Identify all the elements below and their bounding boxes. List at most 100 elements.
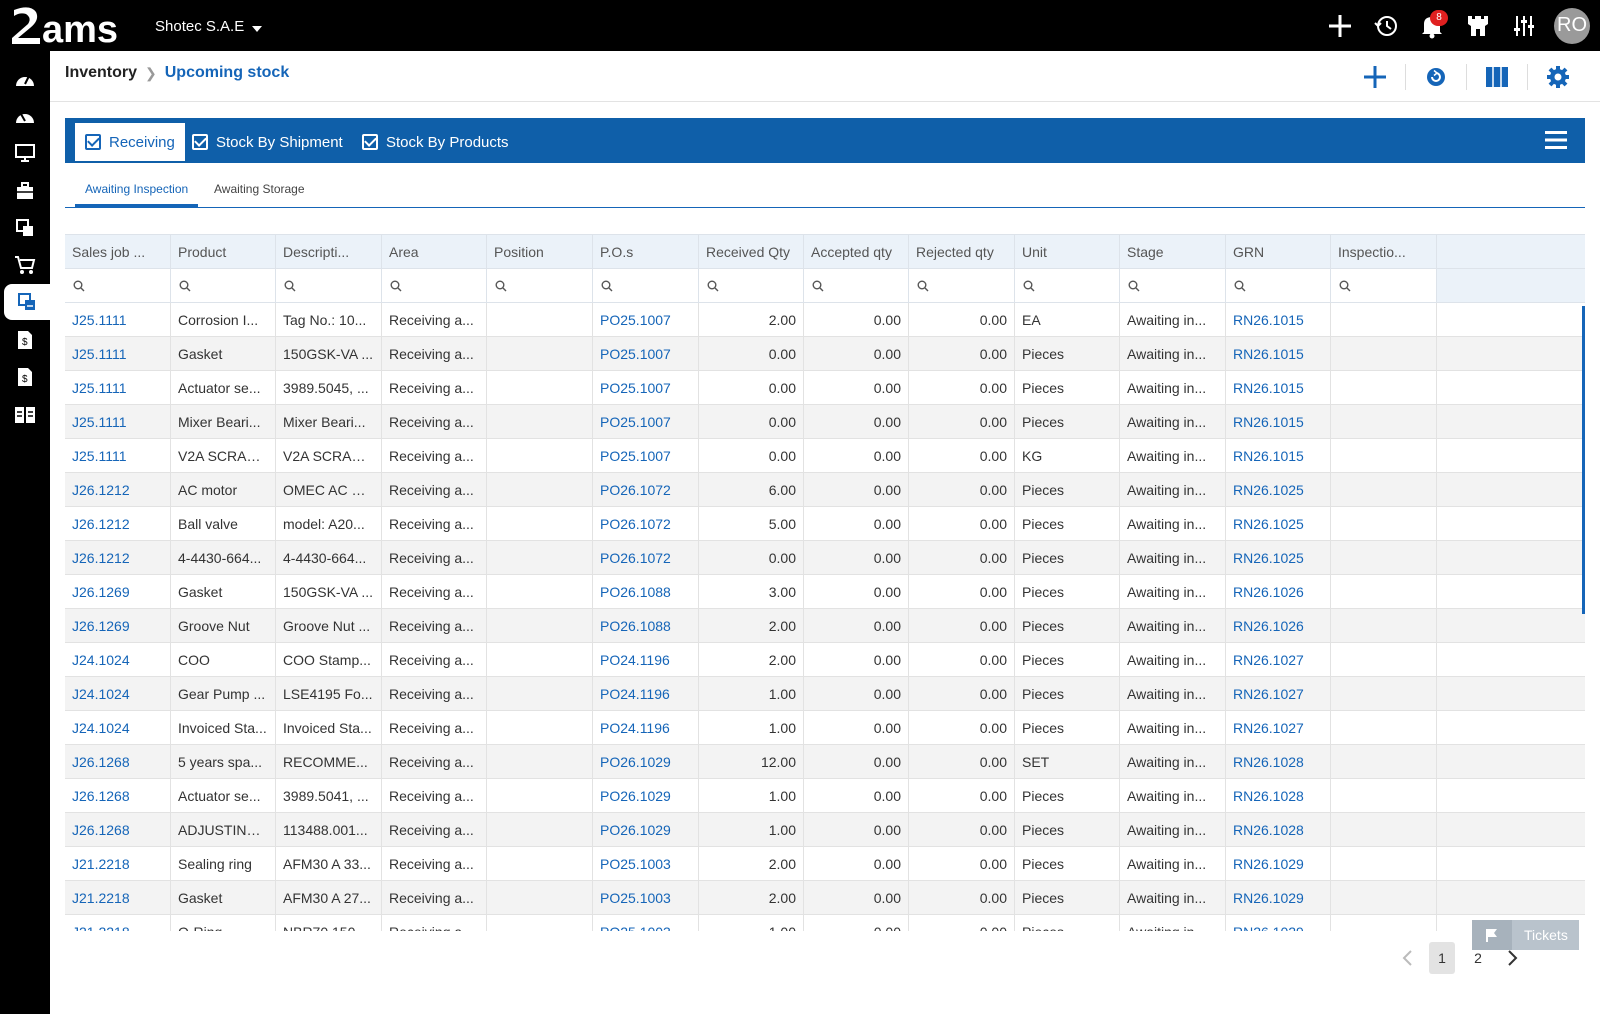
monitor-icon[interactable] bbox=[0, 135, 50, 171]
cell-pos[interactable]: PO25.1007 bbox=[593, 371, 699, 405]
table-row[interactable]: J21.2218 Sealing ring AFM30 A 33... Receivi… bbox=[65, 847, 1585, 881]
cell-grn[interactable]: RN26.1025 bbox=[1226, 507, 1331, 541]
inventory-icon[interactable] bbox=[4, 284, 50, 320]
bill-icon[interactable]: $ bbox=[0, 359, 50, 395]
table-row[interactable]: J21.2218 Gasket AFM30 A 27... Receiving a..… bbox=[65, 881, 1585, 915]
column-header-unit[interactable]: Unit bbox=[1015, 234, 1120, 269]
invoice-icon[interactable]: $ bbox=[0, 322, 50, 358]
filter-accepted-qty[interactable] bbox=[804, 269, 909, 303]
filter-area[interactable] bbox=[382, 269, 487, 303]
table-row[interactable]: J26.1212 Ball valve model: A20... Receiving… bbox=[65, 507, 1585, 541]
cell-sales-job[interactable]: J25.1111 bbox=[65, 405, 171, 439]
castle-icon[interactable] bbox=[1462, 10, 1494, 42]
table-row[interactable]: J26.1212 AC motor OMEC AC m... Receiving a.… bbox=[65, 473, 1585, 507]
bell-icon[interactable]: 8 bbox=[1416, 9, 1448, 42]
cell-sales-job[interactable]: J25.1111 bbox=[65, 371, 171, 405]
cell-grn[interactable]: RN26.1015 bbox=[1226, 337, 1331, 371]
cell-pos[interactable]: PO25.1007 bbox=[593, 405, 699, 439]
cell-pos[interactable]: PO26.1072 bbox=[593, 541, 699, 575]
cart-icon[interactable] bbox=[0, 247, 50, 283]
page-1[interactable]: 1 bbox=[1429, 942, 1455, 974]
filter-grn[interactable] bbox=[1226, 269, 1331, 303]
column-header-grn[interactable]: GRN bbox=[1226, 234, 1331, 269]
filter-description[interactable] bbox=[276, 269, 382, 303]
cell-sales-job[interactable]: J21.2218 bbox=[65, 847, 171, 881]
breadcrumb-inventory[interactable]: Inventory bbox=[65, 64, 137, 82]
dashboard-icon[interactable] bbox=[0, 61, 50, 97]
tab-receiving[interactable]: Receiving bbox=[75, 123, 185, 161]
cell-pos[interactable]: PO24.1196 bbox=[593, 711, 699, 745]
cell-grn[interactable]: RN26.1015 bbox=[1226, 371, 1331, 405]
cell-grn[interactable]: RN26.1028 bbox=[1226, 813, 1331, 847]
cell-sales-job[interactable]: J26.1212 bbox=[65, 541, 171, 575]
cell-pos[interactable]: PO25.1007 bbox=[593, 337, 699, 371]
filter-inspection[interactable] bbox=[1331, 269, 1437, 303]
cell-pos[interactable]: PO24.1196 bbox=[593, 643, 699, 677]
cell-grn[interactable]: RN26.1027 bbox=[1226, 711, 1331, 745]
cell-pos[interactable]: PO26.1072 bbox=[593, 473, 699, 507]
sliders-icon[interactable] bbox=[1508, 10, 1540, 42]
cell-grn[interactable]: RN26.1026 bbox=[1226, 609, 1331, 643]
hamburger-menu-icon[interactable] bbox=[1545, 130, 1567, 150]
cell-sales-job[interactable]: J24.1024 bbox=[65, 711, 171, 745]
cell-sales-job[interactable]: J21.2218 bbox=[65, 881, 171, 915]
table-row[interactable]: J25.1111 Actuator se... 3989.5045, ... Rece… bbox=[65, 371, 1585, 405]
cell-grn[interactable]: RN26.1029 bbox=[1226, 915, 1331, 931]
cell-pos[interactable]: PO26.1029 bbox=[593, 745, 699, 779]
table-row[interactable]: J26.1269 Groove Nut Groove Nut ... Receivin… bbox=[65, 609, 1585, 643]
filter-received-qty[interactable] bbox=[699, 269, 804, 303]
vertical-scrollbar[interactable] bbox=[1582, 306, 1585, 614]
cell-grn[interactable]: RN26.1028 bbox=[1226, 779, 1331, 813]
table-row[interactable]: J26.1268 5 years spa... RECOMME... Receivin… bbox=[65, 745, 1585, 779]
cell-sales-job[interactable]: J25.1111 bbox=[65, 337, 171, 371]
filter-position[interactable] bbox=[487, 269, 593, 303]
table-row[interactable]: J26.1268 Actuator se... 3989.5041, ... Rece… bbox=[65, 779, 1585, 813]
cell-sales-job[interactable]: J25.1111 bbox=[65, 303, 171, 337]
column-header-pos[interactable]: P.O.s bbox=[593, 234, 699, 269]
ams-logo[interactable]: ams bbox=[10, 4, 132, 46]
speedometer-icon[interactable] bbox=[0, 98, 50, 134]
user-avatar[interactable]: RO bbox=[1554, 7, 1590, 44]
column-header-received-qty[interactable]: Received Qty bbox=[699, 234, 804, 269]
cell-pos[interactable]: PO26.1088 bbox=[593, 575, 699, 609]
cell-sales-job[interactable]: J24.1024 bbox=[65, 677, 171, 711]
filter-product[interactable] bbox=[171, 269, 276, 303]
reports-icon[interactable] bbox=[0, 397, 50, 433]
cell-sales-job[interactable]: J24.1024 bbox=[65, 643, 171, 677]
cell-grn[interactable]: RN26.1015 bbox=[1226, 303, 1331, 337]
table-row[interactable]: J24.1024 Gear Pump ... LSE4195 Fo... Receiv… bbox=[65, 677, 1585, 711]
cell-pos[interactable]: PO24.1196 bbox=[593, 677, 699, 711]
history-icon[interactable] bbox=[1370, 10, 1402, 42]
cell-pos[interactable]: PO26.1088 bbox=[593, 609, 699, 643]
company-selector[interactable]: Shotec S.A.E bbox=[155, 18, 263, 35]
column-header-area[interactable]: Area bbox=[382, 234, 487, 269]
column-header-product[interactable]: Product bbox=[171, 234, 276, 269]
cell-sales-job[interactable]: J26.1268 bbox=[65, 779, 171, 813]
tab-stock-by-products[interactable]: Stock By Products bbox=[352, 123, 519, 161]
table-row[interactable]: J25.1111 Corrosion I... Tag No.: 10... Rece… bbox=[65, 303, 1585, 337]
filter-pos[interactable] bbox=[593, 269, 699, 303]
cell-sales-job[interactable]: J26.1269 bbox=[65, 609, 171, 643]
cell-grn[interactable]: RN26.1026 bbox=[1226, 575, 1331, 609]
cell-pos[interactable]: PO25.1007 bbox=[593, 303, 699, 337]
table-row[interactable]: J25.1111 Mixer Beari... Mixer Beari... Rece… bbox=[65, 405, 1585, 439]
cell-grn[interactable]: RN26.1027 bbox=[1226, 643, 1331, 677]
cell-pos[interactable]: PO25.1007 bbox=[593, 439, 699, 473]
cell-sales-job[interactable]: J26.1212 bbox=[65, 473, 171, 507]
cell-sales-job[interactable]: J26.1269 bbox=[65, 575, 171, 609]
subtab-awaiting-inspection[interactable]: Awaiting Inspection bbox=[75, 180, 199, 207]
column-header-sales-job[interactable]: Sales job ... bbox=[65, 234, 171, 269]
add-icon[interactable] bbox=[1359, 61, 1391, 93]
cell-pos[interactable]: PO25.1003 bbox=[593, 881, 699, 915]
plus-icon[interactable] bbox=[1324, 10, 1356, 42]
table-row[interactable]: J25.1111 Gasket 150GSK-VA ... Receiving a..… bbox=[65, 337, 1585, 371]
prev-page-icon[interactable] bbox=[1395, 943, 1419, 973]
table-row[interactable]: J26.1268 ADJUSTING ... 113488.001... Receiv… bbox=[65, 813, 1585, 847]
briefcase-icon[interactable] bbox=[0, 173, 50, 209]
cell-pos[interactable]: PO25.1003 bbox=[593, 847, 699, 881]
cell-grn[interactable]: RN26.1015 bbox=[1226, 439, 1331, 473]
page-2[interactable]: 2 bbox=[1465, 942, 1491, 974]
column-header-position[interactable]: Position bbox=[487, 234, 593, 269]
filter-rejected-qty[interactable] bbox=[909, 269, 1015, 303]
cell-grn[interactable]: RN26.1025 bbox=[1226, 473, 1331, 507]
